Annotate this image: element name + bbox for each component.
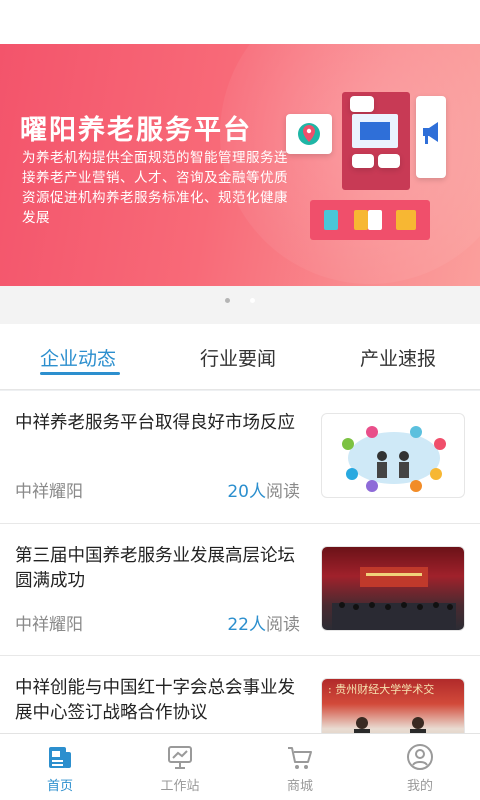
news-title: 中祥养老服务平台取得良好市场反应 [15, 413, 295, 433]
tab-industry-news[interactable]: 行业要闻 [200, 344, 276, 371]
nav-home[interactable]: 首页 [0, 734, 120, 800]
status-bar [0, 0, 480, 44]
thumbnail-banner-text: : 贵州财经大学学术交 [328, 682, 434, 696]
news-tabs: 企业动态 行业要闻 产业速报 [0, 324, 480, 390]
promo-banner[interactable]: 曜阳养老服务平台 为养老机构提供全面规范的智能管理服务连接养老产业营销、人才、咨… [0, 44, 480, 286]
monitor-panel-icon [342, 92, 410, 190]
read-count-suffix: 阅读 [266, 615, 300, 635]
read-count-suffix: 阅读 [266, 482, 300, 502]
nav-shop[interactable]: 商城 [240, 734, 360, 800]
nav-workstation[interactable]: 工作站 [120, 734, 240, 800]
documents-tray-icon [310, 200, 430, 240]
news-read-count: 22人阅读 [227, 610, 300, 635]
read-count-number: 22人 [227, 615, 266, 635]
news-title: 中祥创能与中国红十字会总会事业发展中心签订战略合作协议 [15, 678, 295, 723]
read-count-number: 20人 [227, 482, 266, 502]
banner-title: 曜阳养老服务平台 [20, 115, 252, 146]
nav-label: 商城 [286, 779, 313, 794]
location-card-icon [286, 114, 332, 154]
news-source: 中祥耀阳 [15, 615, 83, 635]
bottom-navigation: 首页 工作站 商城 我的 [0, 733, 480, 800]
news-list: 中祥养老服务平台取得良好市场反应 中祥耀阳 20人阅读 第三届中国养老服务业发展… [0, 391, 480, 787]
news-thumbnail [321, 546, 465, 631]
nav-profile[interactable]: 我的 [360, 734, 480, 800]
tab-industry-briefs[interactable]: 产业速报 [360, 344, 436, 371]
banner-description: 为养老机构提供全面规范的智能管理服务连接养老产业营销、人才、咨询及金融等优质资源… [22, 150, 288, 226]
elderly-care-network-graphic [342, 426, 446, 492]
news-title: 第三届中国养老服务业发展高层论坛圆满成功 [15, 546, 295, 591]
news-read-count: 20人阅读 [227, 477, 300, 502]
nav-label: 我的 [406, 779, 433, 794]
news-source: 中祥耀阳 [15, 482, 83, 502]
home-news-icon [49, 747, 71, 768]
nav-label: 工作站 [160, 779, 200, 794]
news-item[interactable]: 中祥养老服务平台取得良好市场反应 中祥耀阳 20人阅读 [0, 391, 480, 523]
app-page: 曜阳养老服务平台 为养老机构提供全面规范的智能管理服务连接养老产业营销、人才、咨… [0, 0, 480, 800]
news-thumbnail [321, 413, 465, 498]
carousel-indicator [0, 286, 480, 324]
carousel-dot-1[interactable] [225, 298, 230, 303]
banner-illustration [286, 92, 456, 242]
megaphone-card-icon [416, 96, 446, 178]
forum-stage-photo [332, 567, 456, 630]
carousel-dot-2[interactable] [250, 298, 255, 303]
nav-label: 首页 [46, 779, 73, 794]
shopping-cart-icon [288, 747, 312, 769]
news-item[interactable]: 第三届中国养老服务业发展高层论坛圆满成功 中祥耀阳 22人阅读 [0, 523, 480, 655]
tab-company-news[interactable]: 企业动态 [40, 344, 116, 371]
workstation-icon [168, 746, 192, 769]
user-profile-icon [407, 744, 433, 770]
active-tab-indicator [40, 372, 120, 375]
